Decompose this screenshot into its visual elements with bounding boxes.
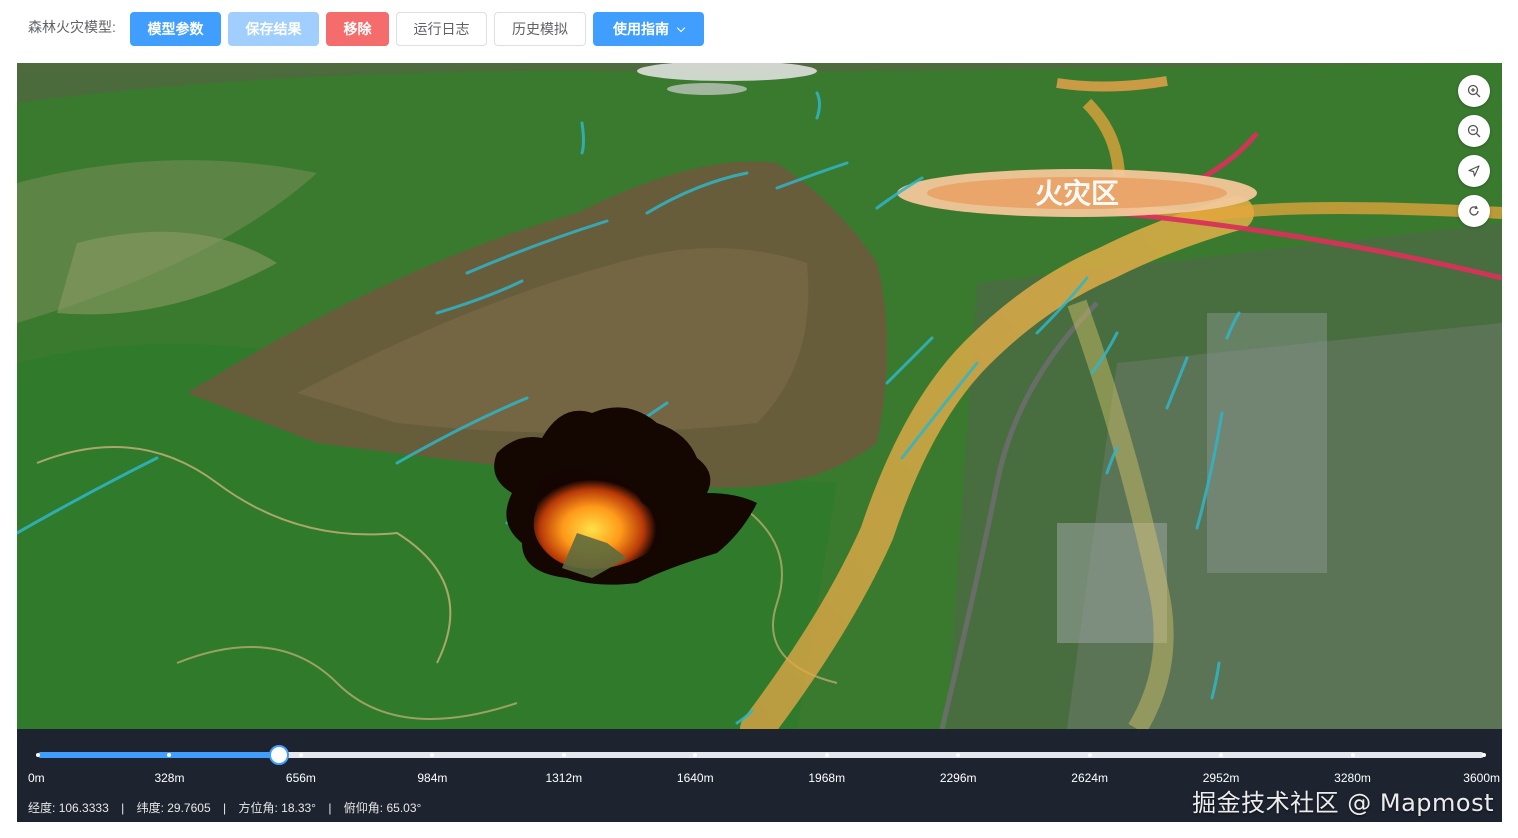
timeline-tick-dot	[956, 753, 961, 757]
timeline-panel: 0m 328m 656m 984m 1312m 1640m 1968m 2296m 2624m 2…	[17, 729, 1502, 822]
timeline-slider[interactable]	[36, 745, 1486, 765]
latitude-value: 29.7605	[167, 801, 211, 815]
timeline-tick-dot	[1350, 753, 1355, 757]
compass-button[interactable]	[1458, 155, 1490, 187]
separator: |	[222, 801, 227, 815]
timeline-tick-label: 1968m	[808, 771, 846, 785]
timeline-tick-dot	[1482, 753, 1486, 757]
timeline-tick-label: 328m	[154, 771, 185, 785]
timeline-tick-dot	[1087, 753, 1092, 757]
zoom-in-icon	[1467, 84, 1481, 98]
timeline-tick-label: 1640m	[676, 771, 714, 785]
save-results-button[interactable]: 保存结果	[228, 12, 319, 46]
toolbar: 森林火灾模型: 模型参数 保存结果 移除 运行日志 历史模拟 使用指南	[0, 0, 1518, 60]
latitude-label: 纬度:	[136, 801, 164, 815]
watermark: 掘金技术社区 @ Mapmost	[1192, 789, 1494, 817]
separator: |	[121, 801, 125, 815]
timeline-tick-dot	[1219, 753, 1224, 757]
zoom-out-icon	[1467, 124, 1481, 138]
chevron-down-icon	[676, 23, 686, 33]
timeline-tick-label: 2296m	[939, 771, 977, 785]
timeline-tick-label: 656m	[285, 771, 316, 785]
model-label: 森林火灾模型:	[28, 19, 116, 35]
longitude-value: 106.3333	[58, 801, 109, 815]
terrain-scene: 火灾区	[17, 63, 1502, 729]
refresh-icon	[1469, 205, 1479, 216]
guide-dropdown-button[interactable]: 使用指南	[593, 12, 704, 46]
reset-view-button[interactable]	[1458, 195, 1490, 227]
separator: |	[328, 801, 332, 815]
pitch-value: 65.03°	[386, 801, 422, 815]
pitch-label: 俯仰角:	[343, 801, 384, 815]
timeline-tick-label: 1312m	[545, 771, 583, 785]
timeline-tick-dot	[824, 753, 829, 757]
map-poi-label: 火灾区	[1035, 177, 1119, 210]
guide-label: 使用指南	[613, 21, 669, 37]
model-params-button[interactable]: 模型参数	[130, 12, 221, 46]
timeline-tick-label: 984m	[417, 771, 448, 785]
navigation-arrow-icon	[1468, 165, 1480, 177]
timeline-progress	[38, 752, 280, 758]
timeline-tick-dot	[561, 753, 566, 757]
timeline-tick-dot	[298, 753, 303, 757]
zoom-out-button[interactable]	[1458, 115, 1490, 147]
heading-value: 18.33°	[281, 801, 316, 815]
timeline-tick-label: 2624m	[1071, 771, 1108, 785]
longitude-label: 经度:	[28, 801, 56, 815]
remove-button[interactable]: 移除	[326, 12, 389, 46]
run-log-button[interactable]: 运行日志	[396, 12, 487, 46]
map-nav-controls	[1458, 75, 1492, 235]
history-simulation-button[interactable]: 历史模拟	[494, 12, 586, 46]
timeline-tick-dot	[36, 753, 40, 757]
heading-label: 方位角:	[238, 801, 278, 815]
camera-status-bar: 经度: 106.3333 | 纬度: 29.7605 | 方位角: 18.33°…	[28, 799, 421, 816]
zoom-in-button[interactable]	[1458, 75, 1490, 107]
timeline-thumb[interactable]	[269, 745, 290, 765]
timeline-tick-label: 0m	[28, 771, 45, 785]
timeline-tick-dot	[430, 753, 435, 757]
map-viewport[interactable]: 火灾区	[17, 63, 1502, 729]
timeline-tick-dot	[693, 753, 698, 757]
